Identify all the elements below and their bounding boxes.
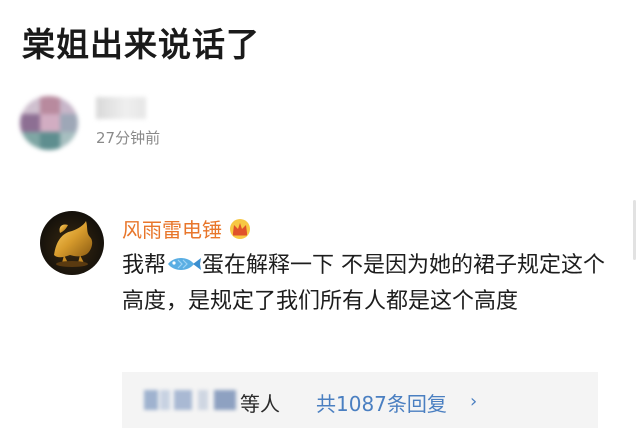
replies-summary[interactable]: 等人 共1087条回复 ›	[122, 372, 598, 428]
scrollbar[interactable]	[633, 200, 636, 260]
commenter-username[interactable]: 风雨雷电锤	[122, 214, 252, 243]
comment-text-start: 我帮	[122, 253, 167, 278]
replies-tail-text: 等人	[240, 392, 280, 416]
replier-names-redacted	[144, 390, 242, 410]
post-title: 棠姐出来说话了	[22, 25, 260, 64]
commenter-username-text[interactable]: 风雨雷电锤	[122, 214, 222, 243]
replies-count-link[interactable]: 共1087条回复	[316, 388, 447, 417]
commenter-avatar[interactable]	[40, 211, 104, 275]
crown-icon	[228, 218, 252, 240]
post-timestamp: 27分钟前	[96, 129, 161, 147]
comment-body: 我帮 蛋在解释一下 不是因为她的裙子规定这个高度，是规定了我们所有人都是这个高度	[122, 248, 622, 320]
golden-dragon-statue-icon	[54, 221, 93, 267]
poster-name-redacted[interactable]	[96, 97, 146, 119]
fish-icon	[166, 249, 202, 270]
poster-avatar[interactable]	[20, 96, 78, 150]
chevron-right-icon[interactable]: ›	[470, 391, 477, 412]
